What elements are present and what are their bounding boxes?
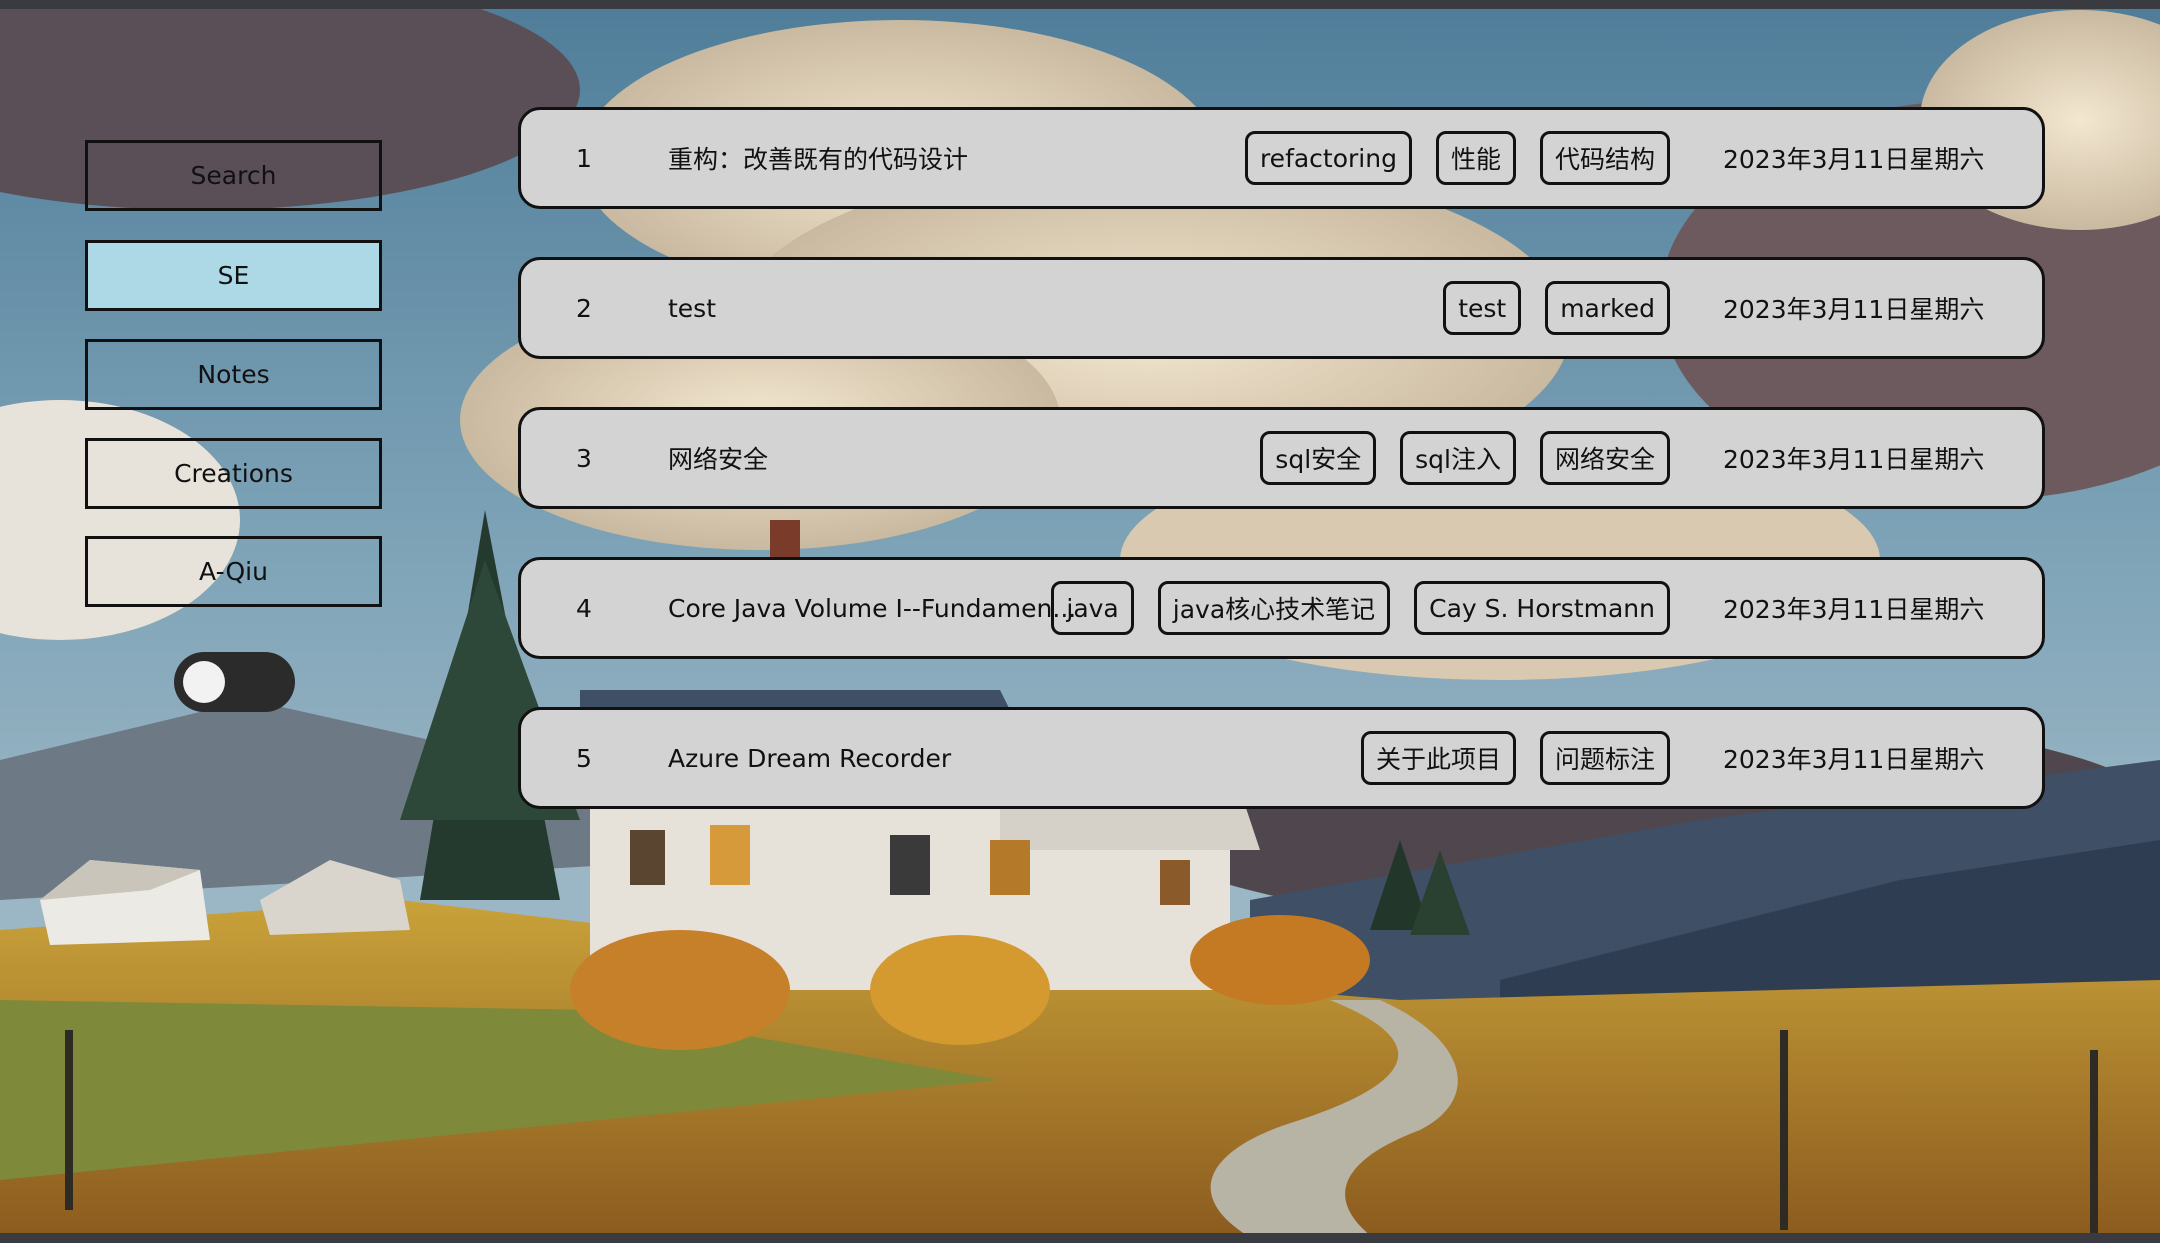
article-row[interactable]: 4 Core Java Volume I--Fundamen... java j… — [518, 557, 2045, 659]
tag-list: test marked — [1443, 281, 1670, 335]
tag-list: refactoring 性能 代码结构 — [1244, 131, 1670, 185]
nav-button-creations[interactable]: Creations — [85, 438, 382, 509]
tag-chip[interactable]: java核心技术笔记 — [1157, 581, 1391, 635]
theme-toggle-switch[interactable] — [174, 652, 295, 712]
row-title: 网络安全 — [668, 445, 769, 474]
row-date: 2023年3月11日星期六 — [1723, 445, 1985, 474]
tag-chip[interactable]: refactoring — [1244, 131, 1412, 185]
article-row[interactable]: 3 网络安全 sql安全 sql注入 网络安全 2023年3月11日星期六 — [518, 407, 2045, 509]
row-title: test — [668, 293, 717, 323]
tag-chip[interactable]: 性能 — [1435, 131, 1516, 185]
tag-chip[interactable]: sql安全 — [1260, 431, 1377, 485]
window-top-strip — [0, 0, 2160, 9]
row-title: Azure Dream Recorder — [668, 743, 952, 773]
row-date: 2023年3月11日星期六 — [1723, 145, 1985, 174]
row-index: 3 — [576, 443, 592, 473]
tag-chip[interactable]: Cay S. Horstmann — [1414, 581, 1670, 635]
row-date: 2023年3月11日星期六 — [1723, 295, 1985, 324]
tag-chip[interactable]: 问题标注 — [1539, 731, 1670, 785]
tag-chip[interactable]: marked — [1545, 281, 1670, 335]
nav-button-notes[interactable]: Notes — [85, 339, 382, 410]
row-index: 5 — [576, 743, 592, 773]
article-row[interactable]: 1 重构：改善既有的代码设计 refactoring 性能 代码结构 2023年… — [518, 107, 2045, 209]
row-title: Core Java Volume I--Fundamen... — [668, 593, 1077, 623]
row-date: 2023年3月11日星期六 — [1723, 745, 1985, 774]
tag-list: 关于此项目 问题标注 — [1360, 731, 1670, 785]
row-index: 2 — [576, 293, 592, 323]
nav-button-se[interactable]: SE — [85, 240, 382, 311]
row-index: 1 — [576, 143, 592, 173]
tag-chip[interactable]: test — [1443, 281, 1522, 335]
nav-button-search[interactable]: Search — [85, 140, 382, 211]
row-date: 2023年3月11日星期六 — [1723, 595, 1985, 624]
tag-chip[interactable]: 代码结构 — [1539, 131, 1670, 185]
row-title: 重构：改善既有的代码设计 — [668, 145, 969, 174]
article-row[interactable]: 2 test test marked 2023年3月11日星期六 — [518, 257, 2045, 359]
tag-chip[interactable]: 关于此项目 — [1360, 731, 1516, 785]
tag-list: java java核心技术笔记 Cay S. Horstmann — [1051, 581, 1670, 635]
article-row[interactable]: 5 Azure Dream Recorder 关于此项目 问题标注 2023年3… — [518, 707, 2045, 809]
toggle-knob — [183, 661, 225, 703]
row-index: 4 — [576, 593, 592, 623]
tag-chip[interactable]: java — [1051, 581, 1134, 635]
nav-button-a-qiu[interactable]: A-Qiu — [85, 536, 382, 607]
tag-list: sql安全 sql注入 网络安全 — [1260, 431, 1670, 485]
window-bottom-strip — [0, 1233, 2160, 1243]
app-window: Search SE Notes Creations A-Qiu 1 重构：改善既… — [0, 0, 2160, 1243]
tag-chip[interactable]: sql注入 — [1400, 431, 1516, 485]
tag-chip[interactable]: 网络安全 — [1539, 431, 1670, 485]
